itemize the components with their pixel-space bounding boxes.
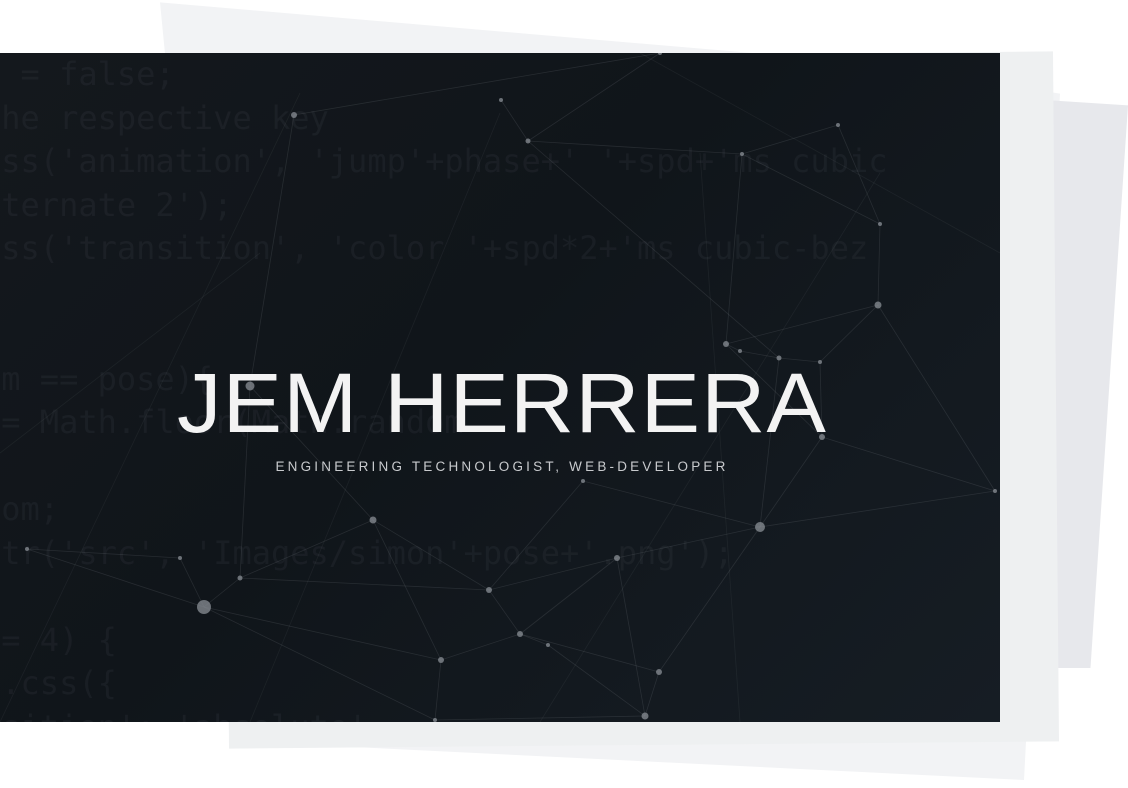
network-link: [527, 53, 661, 142]
network-link: [877, 223, 881, 306]
network-node: [25, 547, 29, 551]
network-link: [725, 304, 879, 345]
network-node: [486, 587, 492, 593]
network-node: [658, 53, 662, 55]
network-node: [874, 301, 882, 309]
page: y = false; che respective key css('animati…: [0, 0, 1128, 788]
network-link: [203, 606, 442, 661]
network-link: [519, 633, 660, 673]
network-link: [293, 53, 661, 116]
network-link: [616, 526, 761, 559]
network-link: [488, 589, 521, 635]
network-link: [249, 114, 295, 387]
network-node: [993, 489, 997, 493]
network-node: [740, 152, 744, 156]
network-node: [197, 600, 211, 614]
network-link: [547, 644, 646, 717]
network-link: [239, 577, 490, 591]
network-link: [519, 633, 549, 646]
network-node: [641, 712, 649, 720]
network-link: [500, 99, 529, 142]
network-node: [614, 555, 620, 561]
network-link: [616, 557, 646, 717]
network-link: [658, 526, 761, 673]
network-link: [203, 606, 436, 721]
hero-title: JEM HERRERA: [177, 356, 827, 450]
network-node: [237, 575, 243, 581]
network-node: [878, 222, 882, 226]
network-node: [499, 98, 503, 102]
network-link: [434, 715, 646, 721]
network-link: [488, 480, 584, 591]
network-node: [723, 341, 729, 347]
network-link: [239, 519, 374, 579]
network-node: [291, 112, 297, 118]
network-link: [759, 490, 996, 528]
network-node: [517, 631, 523, 637]
hero-subtitle: ENGINEERING TECHNOLOGIST, WEB-DEVELOPER: [275, 459, 729, 474]
network-node: [656, 669, 662, 675]
network-link: [440, 633, 521, 661]
network-link: [741, 153, 881, 225]
hero-banner: y = false; che respective key css('animati…: [0, 53, 1000, 722]
network-node: [755, 522, 765, 532]
network-link: [179, 557, 205, 608]
network-node: [178, 556, 182, 560]
network-link: [639, 53, 1000, 254]
network-link: [741, 124, 839, 155]
network-node: [836, 123, 840, 127]
network-link: [527, 140, 743, 155]
network-link: [582, 480, 761, 528]
hero-text: JEM HERRERA ENGINEERING TECHNOLOGIST, WE…: [0, 353, 1000, 474]
network-node: [525, 138, 531, 144]
network-link: [372, 519, 442, 661]
network-node: [438, 657, 444, 663]
network-node: [546, 643, 550, 647]
network-link: [725, 153, 743, 345]
network-link: [519, 557, 618, 635]
network-node: [433, 718, 437, 722]
network-node: [369, 516, 377, 524]
network-node: [581, 479, 585, 483]
network-link: [434, 659, 442, 721]
network-link: [644, 671, 660, 717]
network-link: [488, 557, 618, 591]
network-link: [527, 140, 780, 359]
